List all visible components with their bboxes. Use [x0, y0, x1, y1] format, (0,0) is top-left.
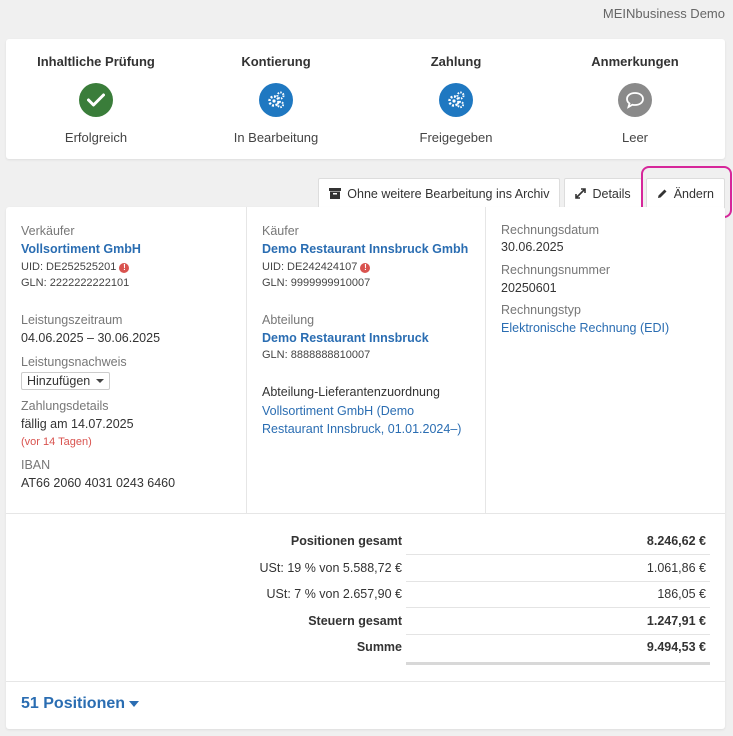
row-divider	[406, 607, 710, 608]
proof-label: Leistungsnachweis	[21, 355, 127, 369]
supplier-assignment-link-line2[interactable]: Restaurant Innsbruck, 01.01.2024–)	[262, 422, 461, 436]
step-content-check[interactable]: Inhaltliche Prüfung Erfolgreich	[6, 39, 186, 159]
row-divider	[406, 554, 710, 555]
step-zahlung[interactable]: Zahlung Freigegeben	[366, 39, 546, 159]
vat7-value: 186,05 €	[657, 587, 706, 601]
step-title: Inhaltliche Prüfung	[37, 54, 155, 69]
invoice-column: Rechnungsdatum 30.06.2025 Rechnungsnumme…	[485, 207, 725, 513]
sum-label: Summe	[356, 640, 402, 654]
warning-icon[interactable]: !	[119, 263, 130, 273]
vat19-label: USt: 19 % von 5.588,72 €	[259, 561, 402, 575]
invoice-date: 30.06.2025	[501, 240, 564, 254]
iban-value: AT66 2060 4031 0243 6460	[21, 476, 176, 490]
vat7-row: USt: 7 % von 2.657,90 € 186,05 €	[6, 582, 725, 608]
vat19-row: USt: 19 % von 5.588,72 € 1.061,86 €	[6, 556, 725, 582]
workflow-steps: Inhaltliche Prüfung Erfolgreich Kontieru…	[6, 39, 725, 159]
caret-down-icon	[96, 379, 105, 383]
seller-label: Verkäufer	[21, 224, 75, 238]
supplier-assignment-label: Abteilung-Lieferantenzuordnung	[262, 385, 440, 399]
details-button[interactable]: Details	[564, 178, 642, 208]
archive-label: Ohne weitere Bearbeitung ins Archiv	[347, 186, 550, 201]
add-proof-label: Hinzufügen	[27, 374, 91, 388]
invoice-date-label: Rechnungsdatum	[501, 223, 599, 237]
invoice-number-label: Rechnungsnummer	[501, 263, 611, 277]
buyer-uid-text: UID: DE242424107	[262, 261, 358, 273]
step-kontierung[interactable]: Kontierung In Bearbeitung	[186, 39, 366, 159]
step-title: Zahlung	[430, 54, 482, 69]
payment-overdue: (vor 14 Tagen)	[21, 436, 92, 448]
seller-uid-text: UID: DE252525201	[21, 261, 117, 273]
invoice-type-label: Rechnungstyp	[501, 303, 581, 317]
step-anmerkungen[interactable]: Anmerkungen Leer	[545, 39, 725, 159]
step-status: Freigegeben	[419, 130, 493, 145]
add-proof-dropdown[interactable]: Hinzufügen	[21, 372, 111, 390]
step-title: Anmerkungen	[591, 54, 679, 69]
vat19-value: 1.061,86 €	[646, 561, 706, 575]
buyer-column: Käufer Demo Restaurant Innsbruck Gmbh UI…	[246, 207, 485, 513]
department-gln: GLN: 8888888810007	[262, 349, 371, 361]
sum-value: 9.494,53 €	[646, 640, 706, 654]
brand-label: MEINbusiness Demo	[602, 6, 725, 21]
gears-icon	[259, 83, 293, 117]
payment-due: fällig am 14.07.2025	[21, 417, 134, 431]
invoice-card: Verkäufer Vollsortiment GmbH UID: DE2525…	[6, 207, 725, 729]
vat7-label: USt: 7 % von 2.657,90 €	[266, 587, 402, 601]
buyer-label: Käufer	[262, 224, 299, 238]
positions-total-label: Positionen gesamt	[290, 534, 402, 548]
period-label: Leistungszeitraum	[21, 313, 123, 327]
buyer-name-link[interactable]: Demo Restaurant Innsbruck Gmbh	[262, 242, 468, 256]
positions-toggle-label: 51 Positionen	[21, 695, 126, 712]
positions-toggle[interactable]: 51 Positionen	[21, 695, 140, 713]
department-label: Abteilung	[262, 313, 315, 327]
buyer-uid: UID: DE242424107!	[262, 261, 371, 273]
sum-underline	[406, 662, 710, 665]
step-status: In Bearbeitung	[233, 130, 319, 145]
tax-total-value: 1.247,91 €	[646, 614, 706, 628]
buyer-gln: GLN: 9999999910007	[262, 277, 371, 289]
comment-icon	[618, 83, 652, 117]
positions-total-row: Positionen gesamt 8.246,62 €	[6, 529, 725, 555]
expand-icon	[575, 188, 587, 199]
gears-icon	[439, 83, 473, 117]
check-icon	[79, 83, 113, 117]
seller-column: Verkäufer Vollsortiment GmbH UID: DE2525…	[6, 207, 246, 513]
sum-row: Summe 9.494,53 €	[6, 635, 725, 661]
department-name-link[interactable]: Demo Restaurant Innsbruck	[262, 331, 429, 345]
details-label: Details	[592, 186, 631, 201]
archive-button[interactable]: Ohne weitere Bearbeitung ins Archiv	[318, 178, 561, 208]
archive-icon	[329, 188, 342, 199]
caret-down-icon	[129, 701, 140, 707]
step-title: Kontierung	[241, 54, 311, 69]
period-value: 04.06.2025 – 30.06.2025	[21, 331, 161, 345]
step-status: Leer	[621, 130, 649, 145]
warning-icon[interactable]: !	[360, 263, 371, 273]
positions-total-value: 8.246,62 €	[646, 534, 706, 548]
seller-uid: UID: DE252525201!	[21, 261, 130, 273]
invoice-type-link[interactable]: Elektronische Rechnung (EDI)	[501, 321, 669, 335]
seller-gln: GLN: 2222222222101	[21, 277, 130, 289]
iban-label: IBAN	[21, 458, 51, 472]
tax-total-row: Steuern gesamt 1.247,91 €	[6, 609, 725, 635]
section-divider	[6, 681, 725, 682]
supplier-assignment-link-line1[interactable]: Vollsortiment GmbH (Demo	[262, 404, 414, 418]
invoice-number: 20250601	[501, 281, 557, 295]
step-status: Erfolgreich	[64, 130, 128, 145]
section-divider	[6, 513, 725, 514]
payment-label: Zahlungsdetails	[21, 399, 109, 413]
tax-total-label: Steuern gesamt	[308, 614, 402, 628]
seller-name-link[interactable]: Vollsortiment GmbH	[21, 242, 141, 256]
